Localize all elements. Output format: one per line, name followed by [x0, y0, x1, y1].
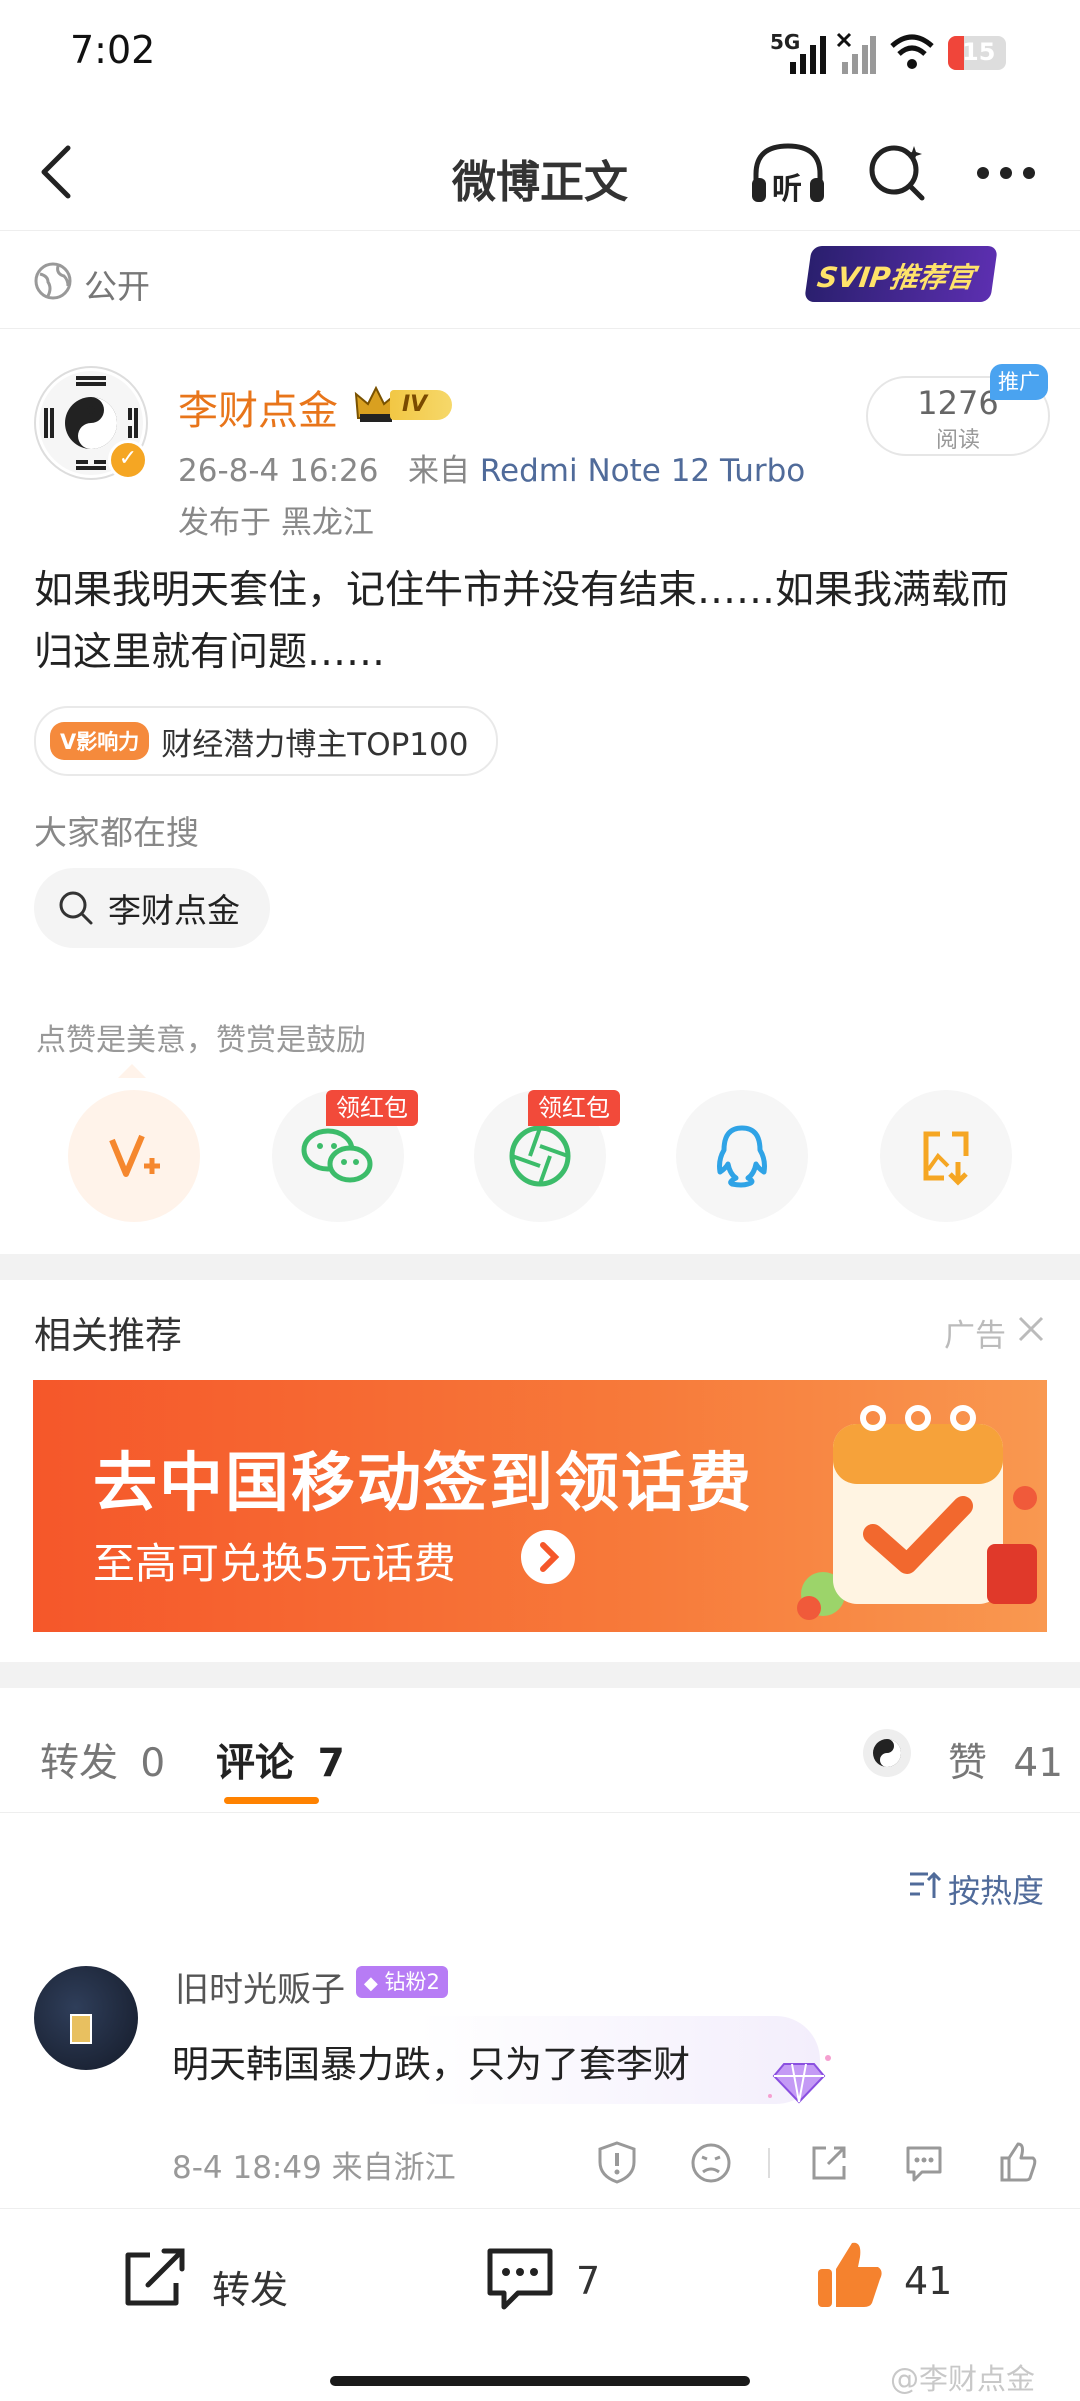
search-section-title: 大家都在搜 [34, 813, 199, 852]
search-icon[interactable] [866, 140, 930, 204]
svip-badge-label: SVIP推荐官 [815, 261, 977, 294]
comment-avatar[interactable] [34, 1966, 138, 2070]
tab-like-count: 41 [1013, 1741, 1064, 1786]
ad-label: 广告 [944, 1318, 1006, 1354]
status-bar: 7:02 5G 15 [0, 0, 1080, 110]
close-icon [1018, 1316, 1044, 1342]
comment-meta: 8-4 18:49 来自浙江 [172, 2150, 456, 2186]
banner-headline: 去中国移动签到领话费 [93, 1447, 753, 1521]
wifi-icon [890, 34, 934, 69]
section-gap [0, 1254, 1080, 1280]
section-gap-2 [0, 1662, 1080, 1688]
bottom-like-count: 41 [904, 2259, 953, 2303]
diamond-decoration-icon [768, 2055, 831, 2104]
influence-chip[interactable]: V影响力 财经潜力博主TOP100 [34, 706, 499, 776]
reply-icon[interactable] [902, 2142, 946, 2184]
qq-share-button[interactable] [676, 1090, 808, 1222]
fan-badge-label: 钻粉2 [384, 1970, 440, 1994]
bottom-repost-label: 转发 [212, 2268, 289, 2312]
like-icon[interactable] [996, 2140, 1040, 2184]
home-indicator[interactable] [330, 2376, 750, 2386]
watermark: @李财点金 [890, 2362, 1036, 2396]
ad-banner[interactable]: 去中国移动签到领话费 至高可兑换5元话费 [33, 1380, 1047, 1632]
tab-comment-label: 评论 [216, 1741, 295, 1786]
comment-text: 明天韩国暴力跌，只为了套李财 [172, 2043, 690, 2086]
comment-username[interactable]: 旧时光贩子 [175, 1962, 345, 2011]
tab-repost[interactable]: 转发 0 [40, 1732, 165, 1788]
red-packet-tag-2: 领红包 [528, 1090, 620, 1126]
post-date: 26-8-4 16:26 [178, 453, 379, 489]
tab-comment-count: 7 [317, 1741, 345, 1786]
battery-icon: 15 [948, 36, 1006, 70]
arrow-circle-icon [521, 1530, 575, 1584]
banner-subline: 至高可兑换5元话费 [93, 1539, 456, 1588]
bottom-comment-count: 7 [576, 2259, 601, 2303]
tab-repost-label: 转发 [40, 1741, 119, 1786]
listen-label: 听 [772, 172, 802, 207]
save-image-button[interactable] [880, 1090, 1012, 1222]
signal-icon-2 [836, 32, 876, 74]
bottom-repost-button[interactable]: 转发 [120, 2239, 320, 2319]
battery-level: 15 [962, 38, 996, 66]
level-badge: IV [354, 384, 456, 424]
red-packet-tag-1: 领红包 [326, 1090, 418, 1126]
active-tab-indicator [224, 1797, 319, 1804]
save-image-icon [923, 1131, 969, 1186]
divider [768, 2148, 770, 2178]
bottom-like-button[interactable]: 41 [812, 2237, 972, 2321]
report-icon[interactable] [596, 2140, 638, 2184]
visibility-row: 公开 SVIP推荐官 [0, 232, 1080, 329]
promo-tag: 推广 [990, 364, 1048, 400]
influence-text: 财经潜力博主TOP100 [161, 726, 469, 763]
reward-pointer [118, 1064, 146, 1078]
ad-close-button[interactable]: 广告 [944, 1310, 1054, 1354]
influence-badge: V影响力 [50, 722, 150, 760]
repost-icon [125, 2248, 185, 2306]
sort-icon [910, 1871, 942, 1898]
search-icon [59, 891, 93, 925]
tab-bar: 转发 0 评论 7 赞 41 [0, 1692, 1080, 1813]
fan-badge: ◆ 钻粉2 [356, 1966, 448, 1998]
search-chip[interactable]: 李财点金 [34, 868, 270, 948]
sort-label: 按热度 [948, 1872, 1045, 1910]
v-plus-icon [109, 1134, 160, 1177]
level-badge-label: IV [402, 392, 428, 417]
related-title: 相关推荐 [34, 1314, 182, 1357]
more-icon[interactable] [976, 166, 1036, 180]
tab-repost-count: 0 [140, 1741, 166, 1786]
search-chip-label: 李财点金 [108, 891, 240, 930]
reward-button[interactable] [68, 1090, 200, 1222]
svip-badge: SVIP推荐官 [804, 246, 998, 302]
tab-like[interactable]: 赞 41 [948, 1732, 1063, 1788]
visibility-label: 公开 [84, 267, 150, 306]
calendar-illustration [797, 1405, 1037, 1620]
thumbs-up-icon [818, 2242, 882, 2307]
listen-button[interactable]: 听 [748, 138, 828, 208]
share-icon[interactable] [808, 2142, 850, 2184]
nav-bar: 微博正文 听 [0, 110, 1080, 231]
post-location: 发布于 黑龙江 [178, 505, 374, 541]
status-time: 7:02 [70, 28, 156, 72]
signal-icon [790, 36, 826, 74]
globe-icon [34, 262, 72, 300]
comment-icon [487, 2248, 553, 2310]
post-text: 如果我明天套住，记住牛市并没有结束……如果我满载而归这里就有问题…… [34, 568, 1010, 675]
source-prefix: 来自 [408, 453, 471, 489]
dislike-icon[interactable] [690, 2142, 732, 2184]
qq-icon [717, 1125, 767, 1188]
diamond-icon: ◆ [364, 1973, 378, 1994]
bottom-comment-button[interactable]: 7 [484, 2239, 634, 2319]
tab-like-label: 赞 [948, 1741, 988, 1786]
post-meta: 26-8-4 16:26 来自 Redmi Note 12 Turbo [178, 445, 805, 490]
tab-comment[interactable]: 评论 7 [216, 1732, 345, 1788]
source-device[interactable]: Redmi Note 12 Turbo [480, 453, 805, 489]
reward-text: 点赞是美意，赞赏是鼓励 [36, 1023, 366, 1058]
liker-avatar [863, 1729, 911, 1777]
author-name[interactable]: 李财点金 [178, 378, 338, 436]
verified-badge-icon: ✓ [108, 440, 148, 480]
read-label: 阅读 [935, 428, 980, 453]
